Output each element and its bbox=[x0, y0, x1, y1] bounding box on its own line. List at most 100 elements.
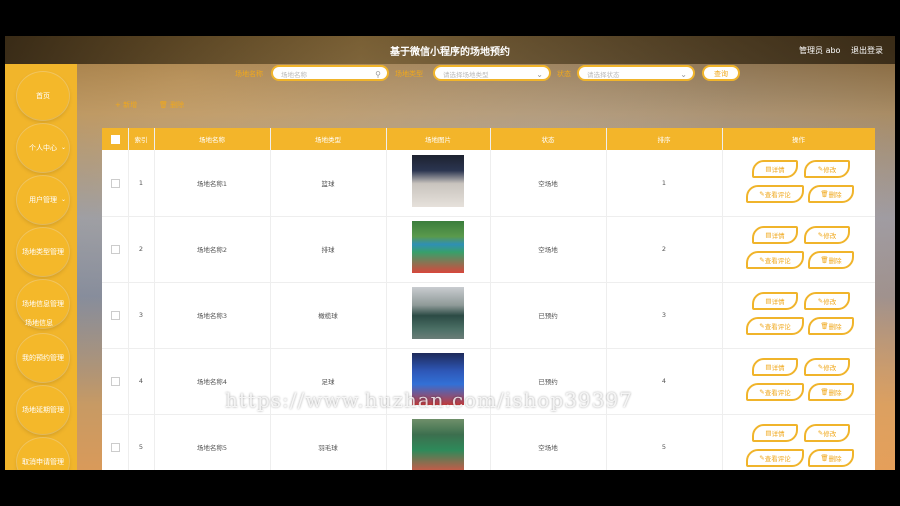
row-venue-image[interactable] bbox=[412, 221, 464, 273]
view-reviews-button[interactable]: ✎ 查看评论 bbox=[746, 449, 804, 467]
row-venue-name: 场地名称1 bbox=[196, 180, 228, 188]
row-venue-type: 橄榄球 bbox=[318, 312, 338, 320]
row-venue-name: 场地名称3 bbox=[196, 312, 228, 320]
row-venue-image[interactable] bbox=[412, 287, 464, 339]
status-filter-placeholder: 请选择状态 bbox=[587, 71, 620, 79]
sidebar-item-home[interactable]: 首页 bbox=[17, 72, 69, 120]
column-header-status[interactable]: 状态 bbox=[490, 128, 606, 150]
table-row[interactable]: 2 场地名称2 排球 空场地 2 ▤ 详情 ✎ 修改 ✎ 查看评论 🗑 删除 bbox=[102, 216, 875, 283]
user-label[interactable]: 管理员 abo bbox=[799, 46, 840, 55]
column-divider bbox=[154, 128, 155, 470]
row-checkbox[interactable] bbox=[110, 178, 120, 188]
edit-button[interactable]: ✎ 修改 bbox=[804, 358, 850, 376]
status-filter-select[interactable]: 请选择状态 ⌄ bbox=[577, 65, 695, 81]
view-reviews-button-label: 查看评论 bbox=[764, 455, 791, 463]
sidebar-item-my-bookings[interactable]: 我的预约管理 bbox=[17, 334, 69, 382]
delete-button-label: 删除 bbox=[170, 101, 185, 109]
detail-button[interactable]: ▤ 详情 bbox=[752, 292, 798, 310]
sidebar-item-cancellations[interactable]: 取消申请管理 bbox=[17, 438, 69, 470]
row-checkbox[interactable] bbox=[110, 376, 120, 386]
row-checkbox[interactable] bbox=[110, 442, 120, 452]
type-filter-label: 场地类型 bbox=[395, 70, 423, 78]
detail-button[interactable]: ▤ 详情 bbox=[752, 358, 798, 376]
edit-button[interactable]: ✎ 修改 bbox=[804, 160, 850, 178]
chevron-down-icon: ⌄ bbox=[536, 70, 543, 79]
sidebar-item-label: 场地信息管理 bbox=[22, 300, 64, 308]
detail-button-label: 详情 bbox=[771, 430, 785, 438]
view-reviews-button[interactable]: ✎ 查看评论 bbox=[746, 383, 804, 401]
table-header: 索引 场地名称 场地类型 场地图片 状态 排序 操作 bbox=[102, 128, 875, 150]
row-index: 1 bbox=[138, 179, 144, 187]
delete-button[interactable]: 🗑 删除 bbox=[159, 100, 184, 110]
edit-button-label: 修改 bbox=[823, 430, 837, 438]
row-venue-name: 场地名称2 bbox=[196, 246, 228, 254]
row-checkbox-cell bbox=[102, 216, 128, 282]
column-divider bbox=[722, 128, 723, 470]
query-button[interactable]: 查询 bbox=[702, 65, 740, 81]
edit-button[interactable]: ✎ 修改 bbox=[804, 226, 850, 244]
select-all-cell bbox=[102, 128, 128, 150]
sidebar-item-venue-types[interactable]: 场地类型管理 bbox=[17, 228, 69, 276]
sidebar-item-label: 首页 bbox=[36, 92, 50, 100]
chevron-down-icon: ⌄ bbox=[60, 196, 66, 203]
name-filter-input[interactable]: 场地名称 ⚲ bbox=[271, 65, 389, 81]
sidebar-subitem-venue-info[interactable]: 场地信息 bbox=[25, 318, 53, 328]
row-index: 3 bbox=[138, 311, 144, 319]
table-row[interactable]: 5 场地名称5 羽毛球 空场地 5 ▤ 详情 ✎ 修改 ✎ 查看评论 🗑 删除 bbox=[102, 414, 875, 470]
sidebar-item-extensions[interactable]: 场地延期管理 bbox=[17, 386, 69, 434]
detail-button[interactable]: ▤ 详情 bbox=[752, 226, 798, 244]
venue-table: 索引 场地名称 场地类型 场地图片 状态 排序 操作 1 场地名称1 篮球 空场… bbox=[102, 128, 875, 470]
row-venue-image[interactable] bbox=[412, 155, 464, 207]
sidebar-item-label: 取消申请管理 bbox=[22, 458, 64, 466]
row-index: 2 bbox=[138, 245, 144, 253]
status-filter-label: 状态 bbox=[557, 70, 571, 78]
search-icon[interactable]: ⚲ bbox=[375, 67, 381, 83]
column-header-name[interactable]: 场地名称 bbox=[154, 128, 270, 150]
detail-button[interactable]: ▤ 详情 bbox=[752, 424, 798, 442]
row-checkbox[interactable] bbox=[110, 244, 120, 254]
watermark-text: https://www.huzhan.com/ishop39397 bbox=[225, 388, 633, 412]
row-index: 4 bbox=[138, 377, 144, 385]
sidebar-item-profile[interactable]: 个人中心 ⌄ bbox=[17, 124, 69, 172]
trash-icon: 🗑 bbox=[820, 454, 829, 462]
column-header-sort[interactable]: 排序 bbox=[606, 128, 722, 150]
edit-button[interactable]: ✎ 修改 bbox=[804, 424, 850, 442]
logout-link[interactable]: 退出登录 bbox=[851, 46, 883, 55]
table-row[interactable]: 1 场地名称1 篮球 空场地 1 ▤ 详情 ✎ 修改 ✎ 查看评论 🗑 删除 bbox=[102, 150, 875, 217]
select-all-checkbox[interactable] bbox=[110, 134, 120, 144]
row-delete-button[interactable]: 🗑 删除 bbox=[808, 185, 854, 203]
detail-button-label: 详情 bbox=[771, 166, 785, 174]
sidebar-item-label: 用户管理 bbox=[29, 196, 57, 204]
row-delete-button[interactable]: 🗑 删除 bbox=[808, 251, 854, 269]
column-header-index[interactable]: 索引 bbox=[128, 128, 154, 150]
row-status: 空场地 bbox=[538, 246, 558, 254]
row-checkbox[interactable] bbox=[110, 310, 120, 320]
row-sort: 5 bbox=[661, 443, 667, 451]
trash-icon: 🗑 bbox=[820, 256, 829, 264]
row-venue-name: 场地名称5 bbox=[196, 444, 228, 452]
row-checkbox-cell bbox=[102, 414, 128, 470]
edit-button-label: 修改 bbox=[823, 364, 837, 372]
column-divider bbox=[128, 128, 129, 470]
view-reviews-button[interactable]: ✎ 查看评论 bbox=[746, 251, 804, 269]
row-delete-button[interactable]: 🗑 删除 bbox=[808, 449, 854, 467]
sidebar-item-users[interactable]: 用户管理 ⌄ bbox=[17, 176, 69, 224]
view-reviews-button-label: 查看评论 bbox=[764, 389, 791, 397]
edit-button[interactable]: ✎ 修改 bbox=[804, 292, 850, 310]
column-header-type[interactable]: 场地类型 bbox=[270, 128, 386, 150]
row-delete-button[interactable]: 🗑 删除 bbox=[808, 317, 854, 335]
view-reviews-button-label: 查看评论 bbox=[764, 257, 791, 265]
sidebar-item-label: 个人中心 bbox=[29, 144, 57, 152]
table-row[interactable]: 3 场地名称3 橄榄球 已预约 3 ▤ 详情 ✎ 修改 ✎ 查看评论 🗑 删除 bbox=[102, 282, 875, 349]
column-header-actions: 操作 bbox=[792, 136, 805, 144]
row-delete-button[interactable]: 🗑 删除 bbox=[808, 383, 854, 401]
row-status: 空场地 bbox=[538, 180, 558, 188]
view-reviews-button[interactable]: ✎ 查看评论 bbox=[746, 185, 804, 203]
detail-button[interactable]: ▤ 详情 bbox=[752, 160, 798, 178]
add-button[interactable]: + 新增 bbox=[115, 100, 137, 110]
row-venue-image[interactable] bbox=[412, 419, 464, 470]
type-filter-select[interactable]: 请选择场地类型 ⌄ bbox=[433, 65, 551, 81]
view-reviews-button-label: 查看评论 bbox=[764, 323, 791, 331]
view-reviews-button[interactable]: ✎ 查看评论 bbox=[746, 317, 804, 335]
row-venue-type: 排球 bbox=[321, 246, 335, 254]
